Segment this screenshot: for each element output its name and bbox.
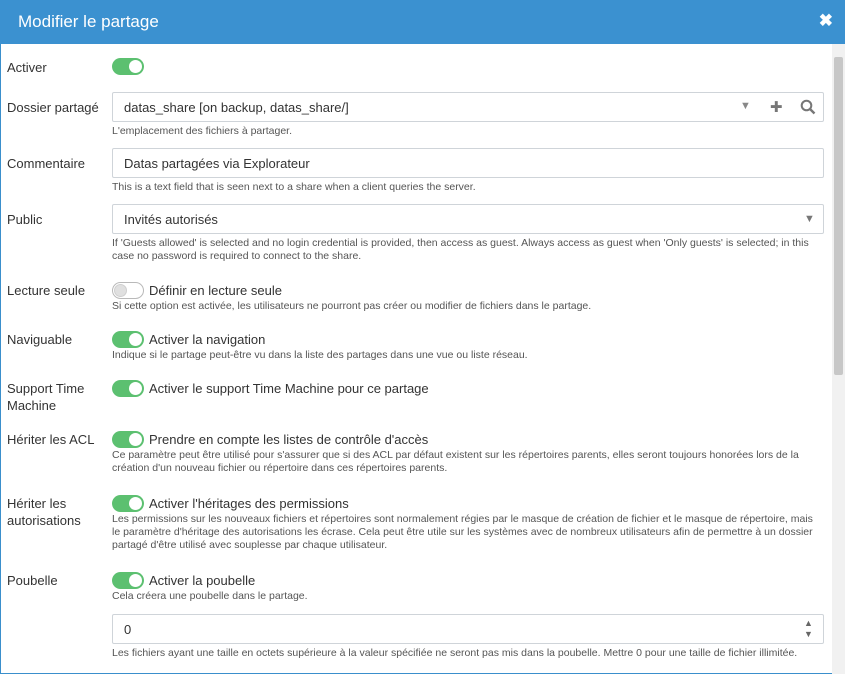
shared-folder-select[interactable]: datas_share [on backup, datas_share/] ▼ … [112,92,824,122]
recycle-bin-toggle-label: Activer la poubelle [149,573,256,588]
browsable-toggle-label: Activer la navigation [149,332,266,347]
inherit-permissions-help: Les permissions sur les nouveaux fichier… [112,513,813,551]
edit-share-dialog: Modifier le partage ✖ Activer Dossier pa… [0,0,845,674]
label-activer: Activer [7,60,47,75]
label-autorisations: Hériter les autorisations [7,496,81,528]
read-only-toggle-label: Définir en lecture seule [149,283,282,298]
recycle-bin-toggle[interactable] [112,572,144,589]
dialog-content: Activer Dossier partagé datas_share [on … [0,44,832,674]
inherit-acl-toggle[interactable] [112,431,144,448]
inherit-permissions-toggle-label: Activer l'héritages des permissions [149,496,349,511]
plus-icon[interactable]: ✚ [770,98,783,116]
label-dossier: Dossier partagé [7,100,99,115]
inherit-acl-help: Ce paramètre peut être utilisé pour s'as… [112,449,799,474]
spinner-down-icon[interactable]: ▼ [804,629,813,639]
shared-folder-value: datas_share [on backup, datas_share/] [124,100,349,115]
comment-input[interactable]: Datas partagées via Explorateur [112,148,824,178]
recycle-max-size-value: 0 [124,622,132,637]
label-timemachine: Support Time Machine [7,381,85,413]
label-naviguable: Naviguable [7,332,73,347]
label-poubelle: Poubelle [7,573,58,588]
label-acl: Hériter les ACL [7,432,95,447]
browsable-help: Indique si le partage peut-être vu dans … [112,349,528,361]
inherit-permissions-toggle[interactable] [112,495,144,512]
vertical-scrollbar[interactable] [832,44,845,674]
dialog-title: Modifier le partage [18,12,159,31]
read-only-help: Si cette option est activée, les utilisa… [112,300,592,312]
label-lecture: Lecture seule [7,283,86,298]
spinner-up-icon[interactable]: ▲ [804,618,813,628]
browsable-toggle[interactable] [112,331,144,348]
dialog-titlebar: Modifier le partage ✖ [0,0,845,44]
time-machine-toggle-label: Activer le support Time Machine pour ce … [149,381,429,396]
inherit-acl-toggle-label: Prendre en compte les listes de contrôle… [149,432,429,447]
chevron-down-icon[interactable]: ▼ [804,213,815,225]
public-select[interactable]: Invités autorisés ▼ [112,204,824,234]
search-icon[interactable] [800,99,816,120]
close-icon[interactable]: ✖ [819,11,833,31]
public-value: Invités autorisés [124,212,218,227]
read-only-toggle[interactable] [112,282,144,299]
label-public: Public [7,212,43,227]
scrollbar-thumb[interactable] [834,57,843,375]
recycle-max-size-input[interactable]: 0 ▲ ▼ [112,614,824,644]
time-machine-toggle[interactable] [112,380,144,397]
chevron-down-icon[interactable]: ▼ [740,100,751,112]
comment-help: This is a text field that is seen next t… [112,181,476,193]
comment-value: Datas partagées via Explorateur [124,156,310,171]
recycle-bin-help: Cela créera une poubelle dans le partage… [112,590,308,602]
recycle-max-size-help: Les fichiers ayant une taille en octets … [112,647,798,659]
label-commentaire: Commentaire [7,156,86,171]
shared-folder-help: L'emplacement des fichiers à partager. [112,125,293,137]
activer-toggle[interactable] [112,58,144,75]
public-help: If 'Guests allowed' is selected and no l… [112,237,809,262]
